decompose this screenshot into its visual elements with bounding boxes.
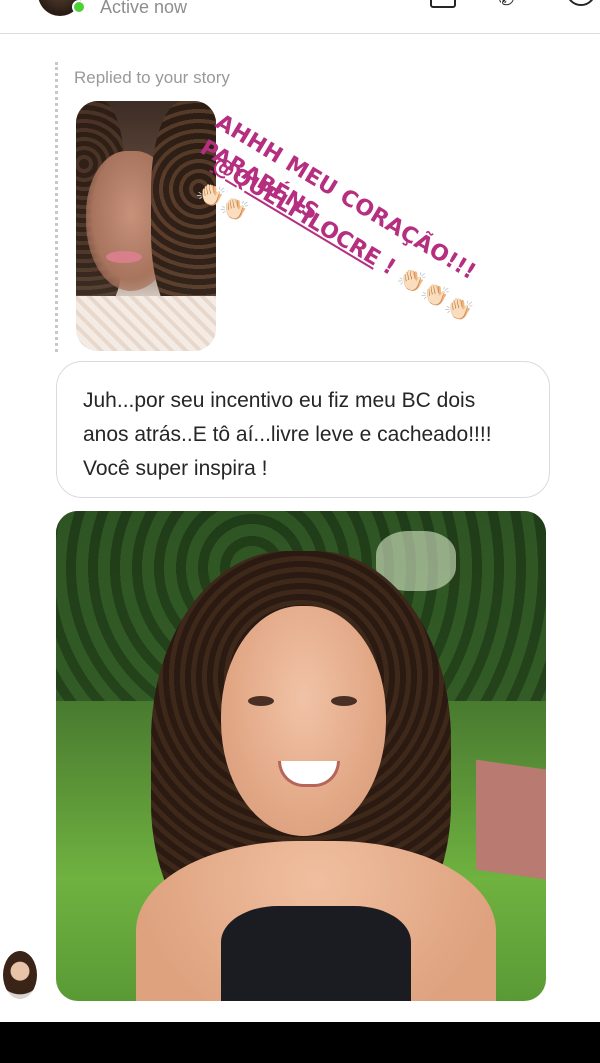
- online-indicator: [72, 0, 86, 14]
- message-bubble[interactable]: Juh...por seu incentivo eu fiz meu BC do…: [56, 361, 550, 498]
- story-thumbnail[interactable]: [76, 101, 216, 351]
- conversation-header: Active now ✆: [0, 0, 600, 34]
- replied-to-story-label: Replied to your story: [74, 68, 230, 87]
- active-status: Active now: [100, 0, 188, 17]
- phone-icon[interactable]: ✆: [498, 0, 515, 11]
- shared-photo[interactable]: [56, 511, 546, 1001]
- reply-thread-rule: [55, 62, 58, 352]
- info-icon[interactable]: [566, 0, 596, 6]
- dm-thread: Active now ✆ Replied to your story AHHH …: [0, 0, 600, 1022]
- video-camera-icon[interactable]: [430, 0, 456, 8]
- sender-avatar[interactable]: [1, 949, 39, 1001]
